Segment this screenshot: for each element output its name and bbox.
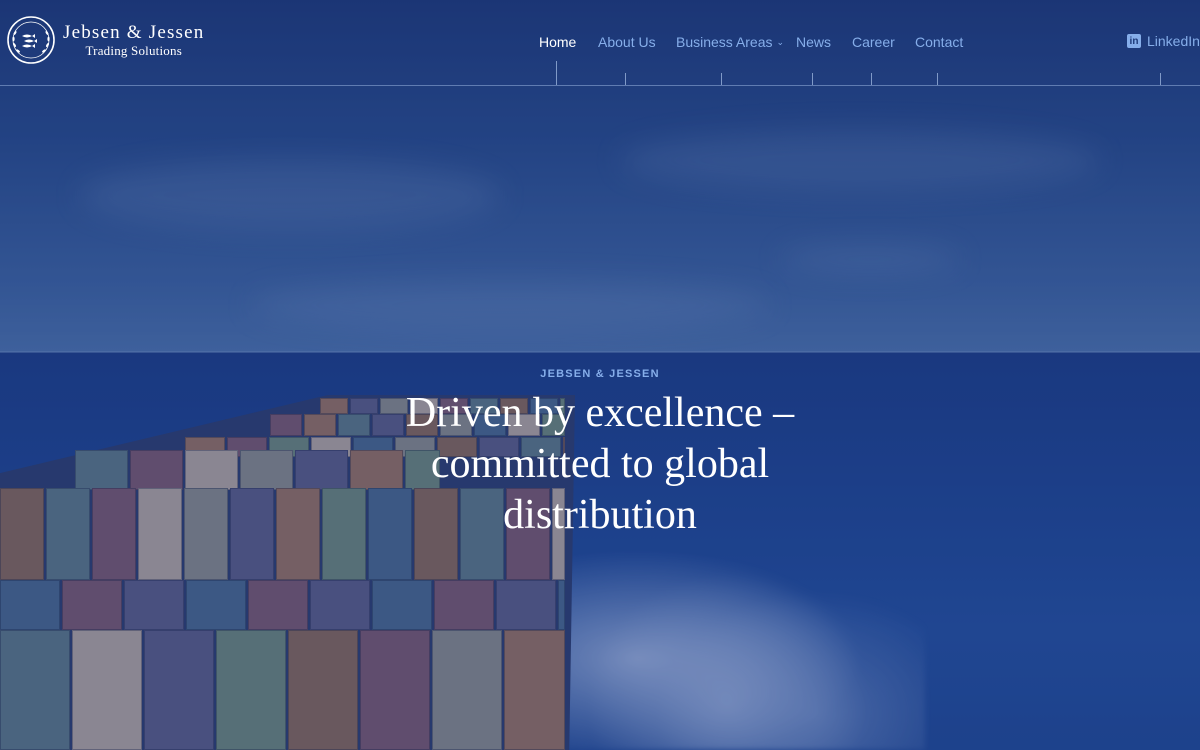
nav-tick xyxy=(937,73,938,85)
nav-tick xyxy=(812,73,813,85)
laurel-emblem-icon xyxy=(7,16,55,64)
hero-content: JEBSEN & JESSEN Driven by excellence – c… xyxy=(300,368,900,541)
nav-active-indicator xyxy=(556,61,557,85)
linkedin-label: LinkedIn xyxy=(1147,33,1200,49)
header-divider xyxy=(0,85,1200,86)
linkedin-link[interactable]: in LinkedIn xyxy=(1127,33,1200,49)
site-header: Jebsen & Jessen Trading Solutions Home A… xyxy=(0,0,1200,86)
nav-item-career[interactable]: Career xyxy=(852,34,895,50)
nav-tick xyxy=(1160,73,1161,85)
nav-item-news[interactable]: News xyxy=(796,34,831,50)
nav-tick xyxy=(871,73,872,85)
hero-headline: Driven by excellence – committed to glob… xyxy=(405,390,795,538)
nav-tick xyxy=(721,73,722,85)
brand-name: Jebsen & Jessen xyxy=(63,22,205,43)
nav-item-label: Business Areas xyxy=(676,34,773,50)
nav-item-home[interactable]: Home xyxy=(539,34,576,50)
nav-tick xyxy=(625,73,626,85)
logo-text: Jebsen & Jessen Trading Solutions xyxy=(63,22,204,58)
hero-eyebrow: JEBSEN & JESSEN xyxy=(540,368,660,380)
brand-tagline: Trading Solutions xyxy=(85,43,182,58)
nav-item-about-us[interactable]: About Us xyxy=(598,34,656,50)
logo[interactable]: Jebsen & Jessen Trading Solutions xyxy=(6,15,204,65)
linkedin-icon: in xyxy=(1127,34,1141,48)
nav-item-business-areas[interactable]: Business Areas ⌄ xyxy=(676,34,784,50)
chevron-down-icon: ⌄ xyxy=(776,37,785,47)
nav-item-contact[interactable]: Contact xyxy=(915,34,963,50)
